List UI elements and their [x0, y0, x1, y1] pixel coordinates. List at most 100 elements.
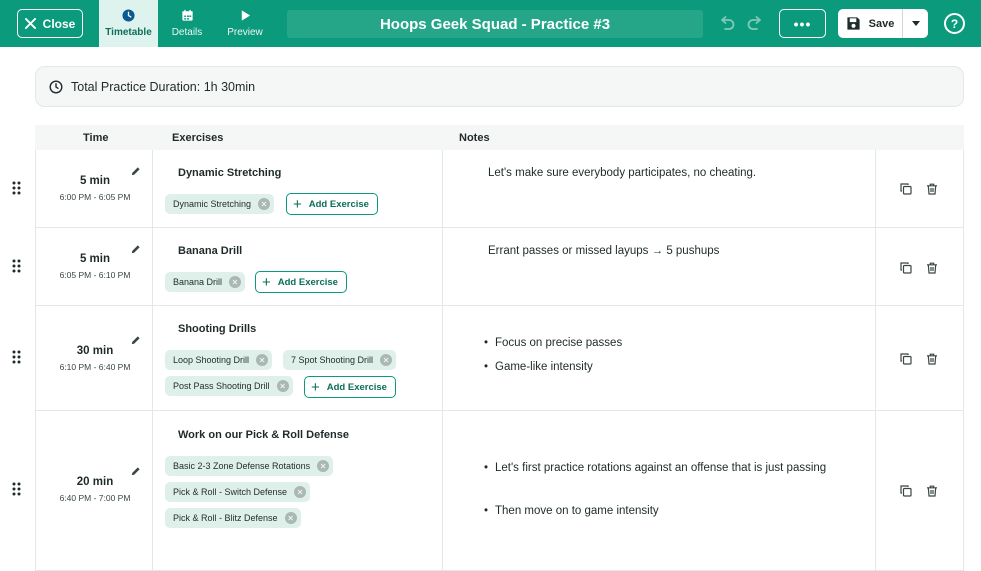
drag-handle-icon[interactable] [12, 482, 21, 496]
notes-cell[interactable]: Errant passes or missed layups → 5 pushu… [443, 228, 876, 305]
exercise-chip[interactable]: Pick & Roll - Switch Defense ✕ [165, 482, 311, 502]
remove-chip-icon[interactable]: ✕ [256, 354, 269, 366]
exercise-chip[interactable]: Basic 2-3 Zone Defense Rotations ✕ [165, 456, 334, 476]
add-exercise-label: Add Exercise [308, 198, 369, 210]
duration-minutes: 5 min [79, 175, 111, 187]
clock-outline-icon [49, 79, 63, 94]
total-duration-label: Total Practice Duration: 1h 30min [71, 79, 256, 94]
remove-chip-icon[interactable]: ✕ [229, 276, 242, 288]
edit-pencil-icon[interactable] [130, 164, 141, 176]
table-row: 5 min 6:00 PM - 6:05 PM Dynamic Stretchi… [12, 150, 964, 228]
add-exercise-label: Add Exercise [326, 381, 387, 393]
exercise-chip-label: Dynamic Stretching [173, 199, 252, 209]
note-bullet: Let's first practice rotations against a… [484, 458, 835, 478]
time-range: 6:00 PM - 6:05 PM [59, 192, 131, 202]
time-range: 6:10 PM - 6:40 PM [59, 362, 131, 372]
exercises-cell: Dynamic Stretching Dynamic Stretching ✕ +… [153, 150, 443, 227]
remove-chip-icon[interactable]: ✕ [380, 354, 393, 366]
trash-icon[interactable] [926, 261, 938, 274]
table-row: 20 min 6:40 PM - 7:00 PM Work on our Pic… [12, 411, 964, 571]
table-header: Time Exercises Notes [35, 125, 964, 150]
practice-title-field[interactable]: Hoops Geek Squad - Practice #3 [287, 10, 703, 38]
drag-handle-icon[interactable] [12, 181, 21, 195]
time-column-header: Time [83, 132, 109, 144]
remove-chip-icon[interactable]: ✕ [317, 460, 330, 472]
edit-pencil-icon[interactable] [130, 464, 141, 476]
duplicate-icon[interactable] [900, 182, 912, 195]
trash-icon[interactable] [926, 182, 938, 195]
drag-handle-icon[interactable] [12, 259, 21, 273]
add-exercise-button[interactable]: + Add Exercise [286, 193, 378, 215]
table-row: 30 min 6:10 PM - 6:40 PM Shooting Drills… [12, 306, 964, 411]
notes-column-header: Notes [459, 132, 490, 144]
tab-timetable-label: Timetable [105, 27, 152, 38]
actions-cell [876, 411, 964, 570]
exercise-chip[interactable]: Dynamic Stretching ✕ [165, 194, 275, 214]
exercise-block-title[interactable]: Banana Drill [178, 245, 242, 257]
save-options-dropdown[interactable] [902, 9, 928, 38]
tab-timetable[interactable]: Timetable [99, 0, 158, 47]
exercise-block-title[interactable]: Dynamic Stretching [178, 167, 281, 179]
close-button[interactable]: Close [17, 9, 83, 38]
trash-icon[interactable] [926, 352, 938, 365]
plus-icon: + [293, 195, 302, 213]
tab-details[interactable]: Details [163, 0, 211, 47]
exercise-chip[interactable]: 7 Spot Shooting Drill ✕ [283, 350, 397, 370]
add-exercise-label: Add Exercise [277, 276, 338, 288]
calendar-icon [181, 9, 193, 21]
exercise-chip-label: Pick & Roll - Blitz Defense [173, 513, 278, 523]
top-bar: Close Timetable Details Preview Hoops Ge… [0, 0, 981, 47]
redo-icon[interactable] [745, 13, 765, 33]
exercise-chip-label: Loop Shooting Drill [173, 355, 250, 365]
exercise-chip[interactable]: Pick & Roll - Blitz Defense ✕ [165, 508, 301, 528]
more-options-button[interactable]: ••• [779, 9, 826, 38]
plus-icon: + [311, 378, 320, 396]
exercise-chip[interactable]: Post Pass Shooting Drill ✕ [165, 376, 293, 396]
exercises-column-header: Exercises [172, 132, 224, 144]
notes-cell[interactable]: Let's first practice rotations against a… [443, 411, 876, 570]
time-cell: 20 min 6:40 PM - 7:00 PM [35, 411, 153, 570]
duplicate-icon[interactable] [900, 352, 912, 365]
exercise-block-title[interactable]: Work on our Pick & Roll Defense [178, 429, 349, 441]
clock-icon [122, 9, 135, 22]
duplicate-icon[interactable] [900, 484, 912, 497]
note-text: Errant passes or missed layups → 5 pushu… [488, 245, 720, 257]
remove-chip-icon[interactable]: ✕ [276, 380, 289, 392]
actions-cell [876, 150, 964, 227]
save-button[interactable]: Save [838, 9, 902, 38]
remove-chip-icon[interactable]: ✕ [258, 198, 271, 210]
tab-preview-label: Preview [227, 27, 263, 38]
tab-preview[interactable]: Preview [220, 0, 270, 47]
edit-pencil-icon[interactable] [130, 242, 141, 254]
note-bullet: Game-like intensity [484, 357, 835, 377]
add-exercise-button[interactable]: + Add Exercise [255, 271, 347, 293]
help-icon[interactable]: ? [944, 13, 965, 34]
floppy-disk-icon [847, 17, 860, 30]
edit-pencil-icon[interactable] [130, 333, 141, 345]
remove-chip-icon[interactable]: ✕ [294, 486, 307, 498]
play-icon [241, 10, 250, 21]
trash-icon[interactable] [926, 484, 938, 497]
exercise-chip[interactable]: Banana Drill ✕ [165, 272, 246, 292]
duplicate-icon[interactable] [900, 261, 912, 274]
notes-cell[interactable]: Let's make sure everybody participates, … [443, 150, 876, 227]
note-bullet: Focus on precise passes [484, 333, 835, 353]
exercise-chip[interactable]: Loop Shooting Drill ✕ [165, 350, 273, 370]
exercise-chip-label: Basic 2-3 Zone Defense Rotations [173, 461, 311, 471]
drag-handle-icon[interactable] [12, 350, 21, 364]
time-cell: 30 min 6:10 PM - 6:40 PM [35, 306, 153, 410]
duration-minutes: 20 min [76, 476, 114, 488]
tab-details-label: Details [171, 27, 203, 38]
remove-chip-icon[interactable]: ✕ [284, 512, 297, 524]
exercise-chip-label: 7 Spot Shooting Drill [291, 355, 374, 365]
save-button-label: Save [868, 17, 895, 30]
practice-title: Hoops Geek Squad - Practice #3 [379, 15, 611, 33]
add-exercise-button[interactable]: + Add Exercise [304, 376, 396, 398]
undo-icon[interactable] [717, 13, 737, 33]
notes-cell[interactable]: Focus on precise passes Game-like intens… [443, 306, 876, 410]
actions-cell [876, 228, 964, 305]
exercise-block-title[interactable]: Shooting Drills [178, 323, 256, 335]
duration-minutes: 5 min [79, 253, 111, 265]
caret-down-icon [911, 20, 920, 26]
time-cell: 5 min 6:00 PM - 6:05 PM [35, 150, 153, 227]
